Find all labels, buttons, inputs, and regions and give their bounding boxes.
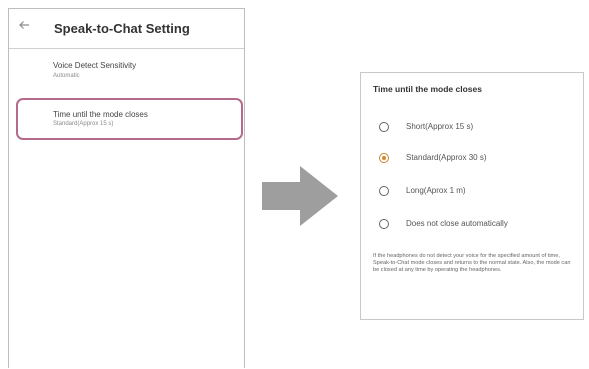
highlight-frame: [16, 98, 243, 140]
option-short[interactable]: Short(Approx 15 s): [361, 118, 583, 138]
setting-time-until-mode-closes[interactable]: Time until the mode closes Standard(Appr…: [9, 98, 244, 142]
radio-button[interactable]: [379, 122, 389, 132]
radio-button-selected[interactable]: [379, 153, 389, 163]
mode-close-time-dialog: Time until the mode closes Short(Approx …: [360, 72, 584, 320]
app-bar: Speak-to-Chat Setting: [9, 9, 244, 49]
back-arrow-icon[interactable]: [18, 19, 32, 33]
page-title: Speak-to-Chat Setting: [54, 21, 190, 36]
setting-voice-detect-sensitivity[interactable]: Voice Detect Sensitivity Automatic: [9, 61, 244, 91]
setting-value: Standard(Approx 15 s): [53, 121, 114, 127]
radio-button[interactable]: [379, 186, 389, 196]
option-label: Does not close automatically: [406, 219, 508, 228]
option-long[interactable]: Long(Aprox 1 m): [361, 182, 583, 202]
option-label: Standard(Approx 30 s): [406, 153, 487, 162]
radio-button[interactable]: [379, 219, 389, 229]
setting-value: Automatic: [53, 73, 80, 79]
setting-label: Time until the mode closes: [53, 110, 148, 119]
option-label: Long(Aprox 1 m): [406, 186, 466, 195]
dialog-title: Time until the mode closes: [373, 84, 482, 94]
right-arrow-icon: [262, 166, 338, 231]
option-standard[interactable]: Standard(Approx 30 s): [361, 149, 583, 169]
option-label: Short(Approx 15 s): [406, 122, 474, 131]
option-does-not-close[interactable]: Does not close automatically: [361, 215, 583, 235]
settings-screen: Speak-to-Chat Setting Voice Detect Sensi…: [8, 8, 245, 368]
dialog-note: If the headphones do not detect your voi…: [373, 253, 571, 274]
setting-label: Voice Detect Sensitivity: [53, 61, 137, 70]
